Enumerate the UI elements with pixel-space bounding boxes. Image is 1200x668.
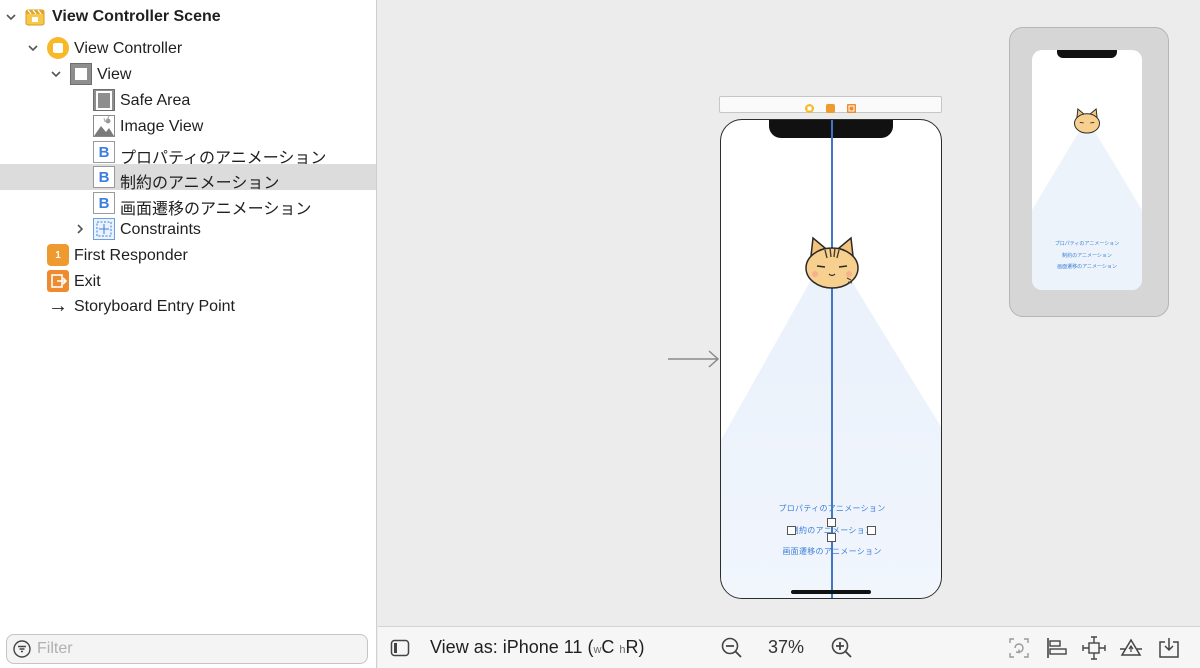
size-class-c: C bbox=[601, 637, 615, 657]
document-outline: View Controller Scene View Controller Vi… bbox=[0, 0, 377, 668]
outline-row-safe-area[interactable]: Safe Area bbox=[0, 87, 376, 113]
constraints-icon bbox=[93, 218, 115, 240]
chevron-down-icon[interactable] bbox=[4, 10, 18, 24]
button-icon: B bbox=[93, 166, 115, 188]
outline-row-button-property[interactable]: B プロパティのアニメーション bbox=[0, 139, 376, 167]
outline-label: View bbox=[97, 66, 132, 83]
outline-row-button-transition[interactable]: B 画面遷移のアニメーション bbox=[0, 190, 376, 218]
image-view-icon bbox=[93, 115, 115, 137]
zoom-in-icon[interactable] bbox=[830, 636, 854, 660]
embed-in-icon[interactable] bbox=[1157, 636, 1181, 660]
outline-label: View Controller Scene bbox=[52, 8, 221, 25]
canvas-bottom-bar: View as: iPhone 11 (wC hR) 37% bbox=[378, 626, 1200, 668]
chevron-down-icon[interactable] bbox=[26, 41, 40, 55]
outline-label: View Controller bbox=[74, 40, 183, 57]
exit-icon[interactable] bbox=[847, 100, 856, 113]
outline-label: Constraints bbox=[120, 221, 201, 238]
outline-row-exit[interactable]: Exit bbox=[0, 268, 376, 294]
first-responder-icon: 1 bbox=[47, 244, 69, 266]
outline-row-image-view[interactable]: Image View bbox=[0, 113, 376, 139]
scene-icon bbox=[25, 7, 45, 27]
outline-label: Safe Area bbox=[120, 92, 191, 109]
view-controller-icon[interactable] bbox=[805, 100, 814, 113]
scene-dock bbox=[719, 96, 942, 113]
property-animation-button[interactable]: プロパティのアニメーション bbox=[721, 503, 941, 514]
exit-icon bbox=[47, 270, 69, 292]
size-class-r: R) bbox=[625, 637, 645, 657]
preview-button-label: 画面遷移のアニメーション bbox=[1057, 264, 1117, 270]
outline-row-storyboard-entry-point[interactable]: → Storyboard Entry Point bbox=[0, 293, 376, 319]
transition-animation-button[interactable]: 画面遷移のアニメーション bbox=[721, 546, 941, 557]
outline-row-view-controller[interactable]: View Controller bbox=[0, 35, 376, 61]
outline-row-button-constraint[interactable]: B 制約のアニメーション bbox=[0, 164, 376, 192]
storyboard-entry-arrow[interactable] bbox=[668, 349, 720, 369]
preview-button-label: 制約のアニメーション bbox=[1062, 253, 1112, 259]
safe-area-icon bbox=[93, 89, 115, 111]
resize-handle-top[interactable] bbox=[827, 518, 836, 527]
button-icon: B bbox=[93, 141, 115, 163]
outline-row-view[interactable]: View bbox=[0, 61, 376, 87]
arrow-right-icon: → bbox=[48, 294, 68, 317]
update-frames-icon[interactable] bbox=[1007, 636, 1031, 660]
preview-notch bbox=[1057, 50, 1117, 58]
outline-row-first-responder[interactable]: 1 First Responder bbox=[0, 242, 376, 268]
home-indicator bbox=[791, 590, 871, 594]
outline-label: Storyboard Entry Point bbox=[74, 298, 235, 315]
resize-handle-right[interactable] bbox=[867, 526, 876, 535]
view-controller-icon bbox=[47, 37, 69, 59]
iphone-scene[interactable]: プロパティのアニメーション 制約のアニメーション 画面遷移のアニメーション bbox=[720, 119, 942, 599]
preview-screen: プロパティのアニメーション 制約のアニメーション 画面遷移のアニメーション bbox=[1032, 50, 1142, 290]
chevron-down-icon[interactable] bbox=[49, 67, 63, 81]
cat-face-image[interactable] bbox=[803, 236, 861, 290]
align-icon[interactable] bbox=[1045, 636, 1069, 660]
button-icon: B bbox=[93, 192, 115, 214]
zoom-level: 37% bbox=[768, 637, 805, 657]
resize-handle-left[interactable] bbox=[787, 526, 796, 535]
zoom-out-icon[interactable] bbox=[720, 636, 744, 660]
first-responder-icon[interactable] bbox=[826, 100, 835, 113]
outline-row-view-controller-scene[interactable]: View Controller Scene bbox=[0, 4, 376, 30]
toggle-outline-icon[interactable] bbox=[390, 638, 410, 658]
cat-face-image bbox=[1074, 108, 1100, 134]
outline-label: First Responder bbox=[74, 247, 188, 264]
filter-icon bbox=[13, 640, 31, 658]
resolve-issues-icon[interactable] bbox=[1119, 636, 1143, 660]
outline-label: Exit bbox=[74, 273, 101, 290]
device-preview: プロパティのアニメーション 制約のアニメーション 画面遷移のアニメーション bbox=[1009, 27, 1169, 317]
storyboard-canvas[interactable]: プロパティのアニメーション 制約のアニメーション 画面遷移のアニメーション プロ… bbox=[378, 0, 1200, 626]
filter-field[interactable] bbox=[6, 634, 368, 664]
filter-input[interactable] bbox=[37, 640, 337, 658]
outline-row-constraints[interactable]: Constraints bbox=[0, 216, 376, 242]
view-as-device[interactable]: View as: iPhone 11 (wC hR) bbox=[430, 637, 645, 658]
outline-label: Image View bbox=[120, 118, 204, 135]
view-as-label: View as: iPhone 11 ( bbox=[430, 637, 594, 657]
view-icon bbox=[70, 63, 92, 85]
preview-button-label: プロパティのアニメーション bbox=[1054, 241, 1120, 247]
resize-handle-bottom[interactable] bbox=[827, 533, 836, 542]
chevron-right-icon[interactable] bbox=[73, 222, 87, 236]
add-constraints-icon[interactable] bbox=[1082, 636, 1106, 660]
